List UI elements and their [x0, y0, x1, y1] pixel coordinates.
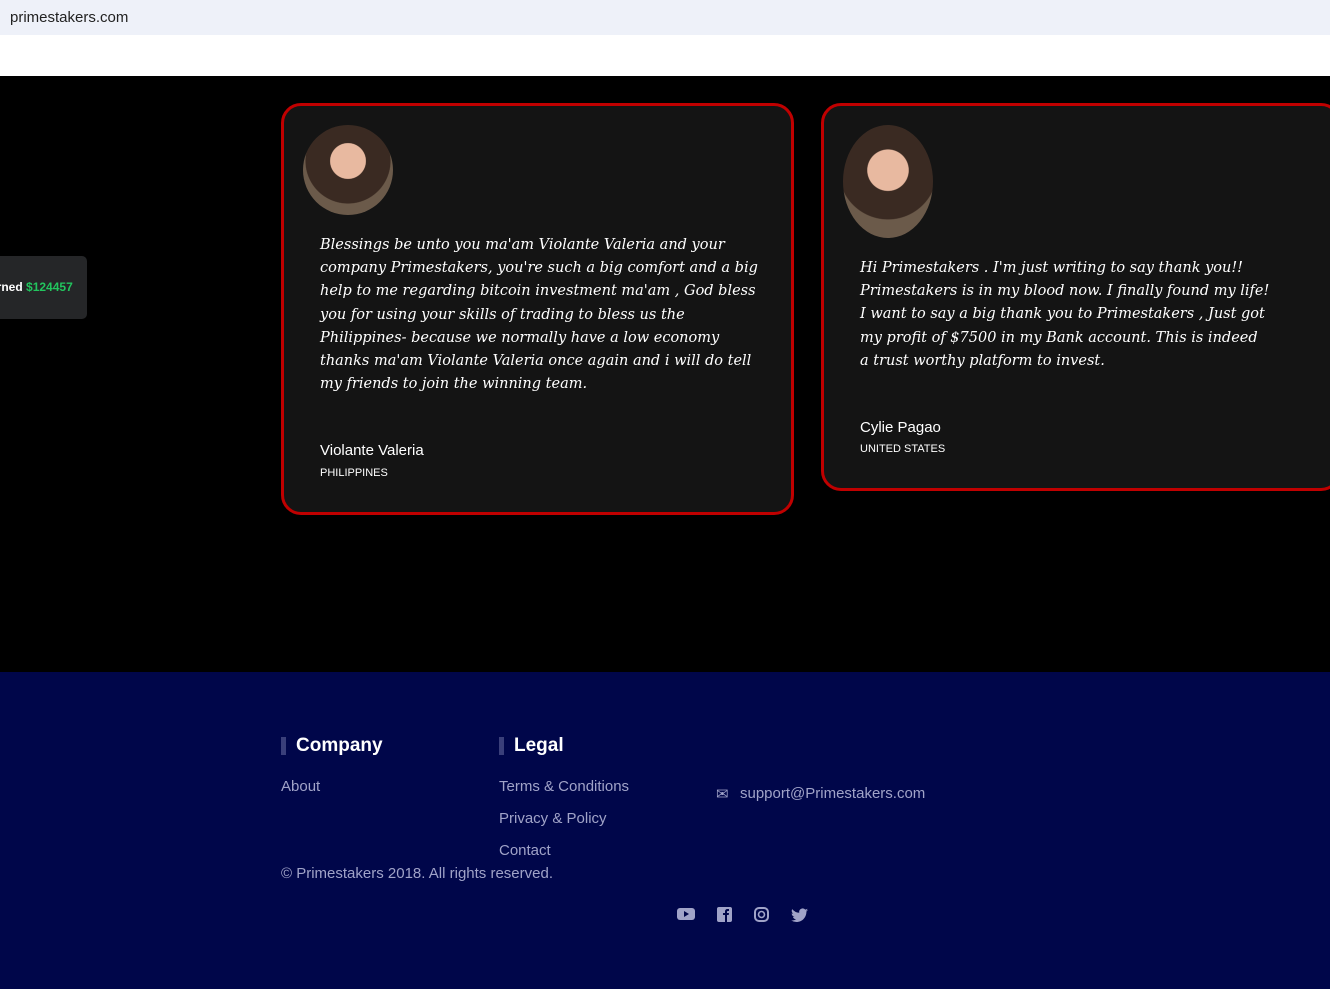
- terms-link[interactable]: Terms & Conditions: [499, 778, 629, 795]
- support-email-link[interactable]: support@Primestakers.com: [740, 785, 925, 802]
- company-heading: Company: [281, 736, 383, 755]
- testimonial-card: Blessings be unto you ma'am Violante Val…: [281, 103, 794, 515]
- url-text: primestakers.com: [10, 9, 129, 26]
- testimonial-country: UNITED STATES: [860, 443, 946, 455]
- envelope-icon: ✉: [716, 786, 729, 803]
- header-strip: [0, 35, 1330, 76]
- earned-label: Earned: [0, 280, 23, 294]
- avatar: [843, 125, 933, 238]
- testimonial-quote: Blessings be unto you ma'am Violante Val…: [320, 237, 758, 393]
- about-link[interactable]: About: [281, 778, 320, 795]
- footer: Company About Legal Terms & Conditions P…: [0, 672, 1330, 989]
- contact-link[interactable]: Contact: [499, 842, 551, 859]
- instagram-icon[interactable]: [754, 907, 769, 922]
- testimonial-card: Hi Primestakers . I'm just writing to sa…: [821, 103, 1330, 491]
- address-bar[interactable]: primestakers.com: [0, 0, 1330, 35]
- earned-amount: $124457: [26, 280, 73, 294]
- facebook-icon[interactable]: [717, 907, 732, 922]
- testimonial-quote: Hi Primestakers . I'm just writing to sa…: [860, 260, 1270, 369]
- privacy-link[interactable]: Privacy & Policy: [499, 810, 607, 827]
- avatar: [303, 125, 393, 215]
- earned-notification: Earned $124457: [0, 256, 87, 319]
- legal-heading: Legal: [499, 736, 564, 755]
- twitter-icon[interactable]: [791, 908, 808, 922]
- testimonial-name: Cylie Pagao: [860, 419, 941, 436]
- youtube-icon[interactable]: [677, 907, 695, 921]
- copyright: © Primestakers 2018. All rights reserved…: [281, 865, 553, 882]
- testimonial-name: Violante Valeria: [320, 442, 424, 459]
- testimonial-country: PHILIPPINES: [320, 467, 388, 479]
